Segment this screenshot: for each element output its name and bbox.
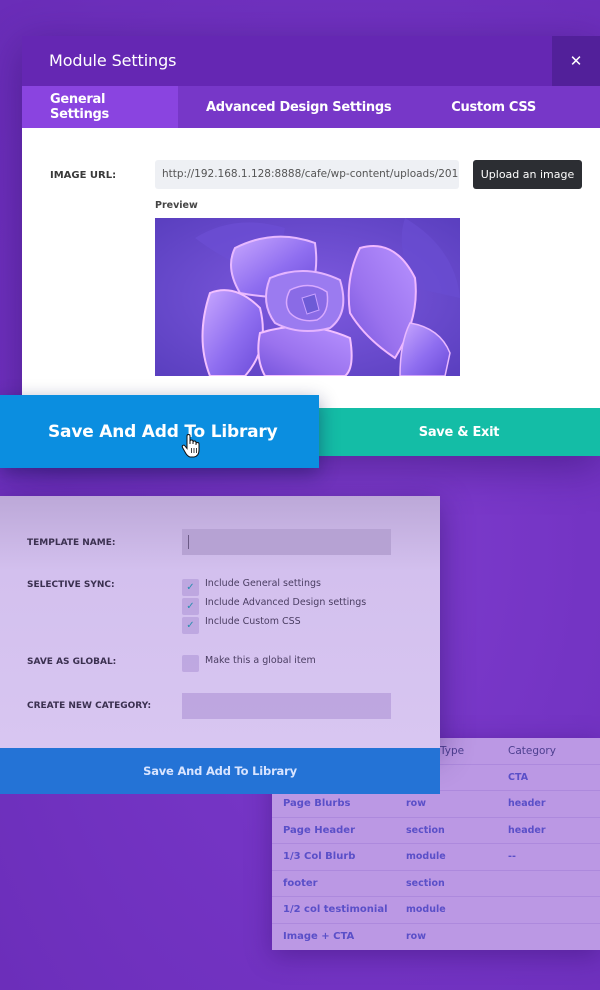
tab-advanced-design-settings[interactable]: Advanced Design Settings	[178, 86, 419, 128]
sync-general-checkbox[interactable]: ✓	[182, 579, 199, 596]
image-url-label: IMAGE URL:	[50, 170, 117, 181]
global-item-checkbox[interactable]	[182, 655, 199, 672]
text-caret	[188, 535, 189, 549]
sync-advanced-checkbox[interactable]: ✓	[182, 598, 199, 615]
row-type: row	[406, 798, 426, 810]
upload-image-button[interactable]: Upload an image	[473, 160, 582, 189]
save-add-to-library-button[interactable]: Save And Add To Library	[0, 395, 319, 468]
global-item-label: Make this a global item	[205, 655, 316, 666]
module-settings-modal: Module Settings ✕ General Settings Advan…	[22, 36, 600, 456]
preview-label: Preview	[155, 200, 198, 211]
column-header-type[interactable]: Type	[440, 745, 464, 757]
checkmark-icon: ✓	[186, 582, 195, 593]
row-type: section	[406, 824, 445, 836]
image-url-input[interactable]: http://192.168.1.128:8888/cafe/wp-conten…	[155, 160, 459, 189]
modal-header: Module Settings ✕	[22, 36, 600, 86]
row-type: row	[406, 931, 426, 943]
tab-custom-css[interactable]: Custom CSS	[419, 86, 564, 128]
checkmark-icon: ✓	[186, 620, 195, 631]
template-name-input[interactable]	[182, 529, 391, 555]
save-to-library-panel: TEMPLATE NAME: SELECTIVE SYNC: ✓ Include…	[0, 496, 440, 748]
row-type: section	[406, 877, 445, 889]
panel-save-add-to-library-button[interactable]: Save And Add To Library	[0, 748, 440, 794]
row-category: header	[508, 824, 546, 836]
table-row[interactable]: Image + CTA row	[272, 924, 600, 951]
row-name: Page Blurbs	[283, 798, 351, 810]
row-name: Image + CTA	[283, 931, 355, 943]
modal-title: Module Settings	[49, 51, 177, 70]
row-name: 1/2 col testimonial	[283, 904, 388, 916]
row-type: module	[406, 851, 446, 863]
table-row[interactable]: 1/2 col testimonial module	[272, 897, 600, 924]
table-row[interactable]: 1/3 Col Blurb module --	[272, 844, 600, 871]
close-icon: ✕	[569, 52, 583, 70]
sync-custom-css-label: Include Custom CSS	[205, 616, 301, 627]
checkmark-icon: ✓	[186, 601, 195, 612]
save-as-global-label: SAVE AS GLOBAL:	[27, 657, 117, 667]
row-category: header	[508, 798, 546, 810]
table-row[interactable]: footer section	[272, 871, 600, 897]
table-row[interactable]: Page Header section header	[272, 818, 600, 844]
sync-general-label: Include General settings	[205, 578, 321, 589]
column-header-category[interactable]: Category	[508, 745, 556, 757]
row-name: footer	[283, 877, 318, 889]
sync-advanced-label: Include Advanced Design settings	[205, 597, 367, 608]
create-category-label: CREATE NEW CATEGORY:	[27, 701, 152, 711]
save-exit-button[interactable]: Save & Exit	[318, 408, 600, 456]
row-type: module	[406, 904, 446, 916]
row-name: Page Header	[283, 824, 356, 836]
create-category-input[interactable]	[182, 693, 391, 719]
row-category: --	[508, 851, 516, 863]
preview-image	[155, 218, 460, 376]
template-name-label: TEMPLATE NAME:	[27, 538, 116, 548]
sync-custom-css-checkbox[interactable]: ✓	[182, 617, 199, 634]
table-row[interactable]: Page Blurbs row header	[272, 791, 600, 818]
row-category: CTA	[508, 771, 529, 783]
succulent-image	[155, 218, 460, 376]
tab-general-settings[interactable]: General Settings	[22, 86, 178, 128]
modal-tabs: General Settings Advanced Design Setting…	[22, 86, 600, 128]
row-name: 1/3 Col Blurb	[283, 851, 356, 863]
selective-sync-label: SELECTIVE SYNC:	[27, 580, 115, 590]
close-button[interactable]: ✕	[552, 36, 600, 86]
